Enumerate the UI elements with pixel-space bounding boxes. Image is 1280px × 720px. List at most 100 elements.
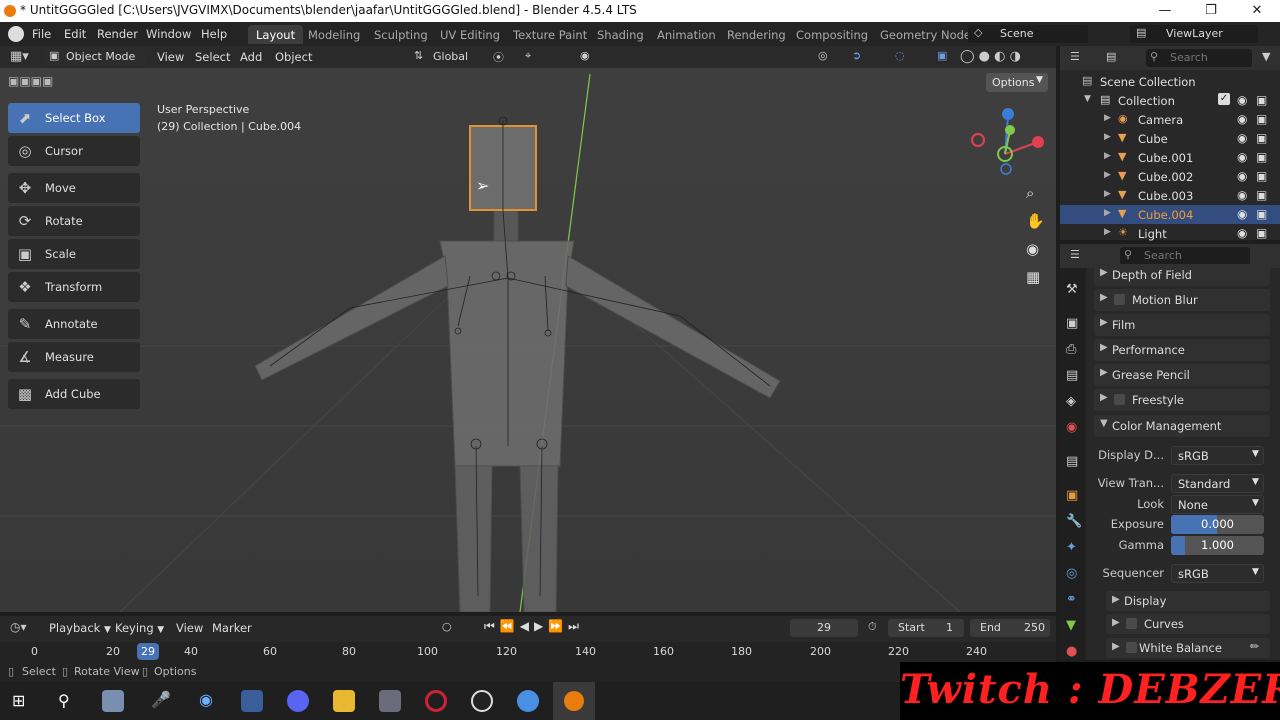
zoom-icon[interactable]: ⌕ [1026,184,1034,202]
view-layer-tab-icon[interactable]: ▤ [1066,368,1078,383]
camera-icon[interactable]: ▣ [1256,188,1267,202]
orientation-selector[interactable]: Global [433,50,468,63]
tool-tab-icon[interactable]: ⚒ [1066,282,1078,297]
data-tab-icon[interactable]: ▼ [1066,618,1076,633]
explorer-app-icon[interactable] [241,690,263,712]
eye-icon[interactable]: ◉ [1237,188,1247,202]
camera-icon[interactable]: ▣ [1256,93,1267,107]
menu-view[interactable]: View [157,50,184,64]
subsection-display[interactable]: ▶ Display [1106,591,1270,611]
broadcast-icon[interactable]: ◉ [195,690,217,712]
outliner-search[interactable]: ⚲ Search [1146,49,1252,67]
camera-icon[interactable]: ▣ [1256,131,1267,145]
motion-blur-checkbox[interactable] [1114,294,1125,305]
outliner-item-cube-001[interactable]: ▶ ▼ Cube.001 ◉ ▣ [1060,148,1280,167]
filter-icon[interactable]: ▼ [1262,50,1270,63]
chevron-down-icon[interactable]: ▼ [1084,94,1091,104]
modifier-tab-icon[interactable]: 🔧 [1066,514,1082,529]
gizmo-icon[interactable]: ➲ [852,49,861,62]
game-controller-icon[interactable] [379,690,401,712]
close-icon[interactable]: ✕ [1234,0,1280,22]
outliner-editor-icon[interactable]: ☰ [1070,50,1080,63]
menu-object[interactable]: Object [275,50,312,64]
chevron-right-icon[interactable]: ▶ [1104,189,1111,199]
tool-add-cube[interactable]: ▩ Add Cube [8,379,140,409]
keying-menu[interactable]: Keying ▼ [115,621,164,637]
stopwatch-icon[interactable]: ⏱ [868,620,877,634]
eye-icon[interactable]: ◉ [1237,207,1247,221]
section-grease-pencil[interactable]: ▶ Grease Pencil [1094,364,1270,386]
outliner-item-cube-002[interactable]: ▶ ▼ Cube.002 ◉ ▣ [1060,167,1280,186]
properties-search[interactable]: ⚲ Search [1120,247,1250,265]
playback-controls[interactable]: ⏮⏪◀▶⏩⏭ [484,619,584,634]
menu-select[interactable]: Select [195,50,230,64]
tool-rotate[interactable]: ⟳ Rotate [8,206,140,236]
maximize-icon[interactable]: ❐ [1188,0,1234,22]
start-frame-field[interactable]: Start 1 [888,619,964,637]
app-icon-1[interactable] [102,690,124,712]
section-depth-of-field[interactable]: ▶ Depth of Field [1094,264,1270,286]
particles-tab-icon[interactable]: ✦ [1066,540,1077,555]
view-layer-selector[interactable]: ▤ ViewLayer [1130,25,1258,43]
outliner-item-cube-004[interactable]: ▶ ▼ Cube.004 ◉ ▣ [1060,205,1280,224]
windows-start-icon[interactable]: ⊞ [12,692,30,710]
eye-icon[interactable]: ◉ [1237,131,1247,145]
timeline-editor-icon[interactable]: ◷▾ [10,620,27,634]
eye-icon[interactable]: ◉ [1237,93,1247,107]
camera-icon[interactable]: ▣ [1256,150,1267,164]
collection-row[interactable]: ▼ ▤ Collection ✓ ◉ ▣ [1060,91,1280,110]
tab-uv-editing[interactable]: UV Editing [432,25,508,44]
pan-hand-icon[interactable]: ✋ [1026,212,1045,230]
white-balance-checkbox[interactable] [1126,642,1137,653]
physics-tab-icon[interactable]: ◎ [1066,566,1077,581]
menu-file[interactable]: File [32,27,51,41]
blender-menu-icon[interactable] [8,26,24,42]
pivot-icon[interactable]: ⦿ [493,49,504,65]
outliner-item-cube[interactable]: ▶ ▼ Cube ◉ ▣ [1060,129,1280,148]
outliner-item-cube-003[interactable]: ▶ ▼ Cube.003 ◉ ▣ [1060,186,1280,205]
subsection-curves[interactable]: ▶ Curves [1106,614,1270,634]
exposure-slider[interactable]: 0.000 [1171,515,1264,534]
collection-checkbox[interactable]: ✓ [1218,93,1230,105]
freestyle-checkbox[interactable] [1114,394,1125,405]
camera-icon[interactable]: ▣ [1256,112,1267,126]
chevron-right-icon[interactable]: ▶ [1104,113,1111,123]
display-device-dropdown[interactable]: sRGB ▼ [1171,446,1264,465]
timeline-view-menu[interactable]: View [176,621,203,635]
mode-selector[interactable]: ▣ Object Mode [44,48,145,66]
curves-checkbox[interactable] [1126,618,1137,629]
scene-collection-row[interactable]: ▤ Scene Collection [1060,72,1280,91]
discord-icon[interactable] [287,690,309,712]
menu-render[interactable]: Render [97,27,138,41]
eyedropper-icon[interactable]: ✏ [1250,640,1259,653]
options-dropdown[interactable]: Options ▼ [986,73,1048,92]
record-icon[interactable]: ○ [442,620,452,633]
tab-texture-paint[interactable]: Texture Paint [505,25,595,44]
world-tab-icon[interactable]: ◉ [1066,420,1077,435]
microphone-icon[interactable]: 🎤 [150,690,172,712]
tab-compositing[interactable]: Compositing [788,25,876,44]
eye-icon[interactable]: ◉ [1237,226,1247,240]
current-frame-field[interactable]: 29 [790,619,858,637]
camera-icon[interactable]: ▣ [1256,226,1267,240]
tool-cursor[interactable]: ◎ Cursor [8,136,140,166]
search-icon[interactable]: ⚲ [58,691,70,710]
select-mode-icons[interactable]: ▣▣▣▣ [8,74,98,90]
tab-geometry-nodes[interactable]: Geometry Node [872,25,979,44]
chevron-right-icon[interactable]: ▶ [1104,227,1111,237]
xray-icon[interactable]: ▣ [937,49,947,62]
overlay-icon[interactable]: ◌ [895,49,905,62]
view-transform-dropdown[interactable]: Standard ▼ [1171,474,1264,493]
section-color-management[interactable]: ▼ Color Management [1094,415,1270,437]
snap-icon[interactable]: ⌖ [525,49,531,63]
tab-sculpting[interactable]: Sculpting [366,25,436,44]
chevron-right-icon[interactable]: ▶ [1104,132,1111,142]
tool-transform[interactable]: ❖ Transform [8,272,140,302]
look-dropdown[interactable]: None ▼ [1171,495,1264,514]
playhead[interactable]: 29 [137,643,159,660]
folder-icon[interactable] [333,690,355,712]
camera-icon[interactable]: ▣ [1256,207,1267,221]
eye-icon[interactable]: ◉ [1237,112,1247,126]
sequencer-dropdown[interactable]: sRGB ▼ [1171,564,1264,583]
object-tab-icon[interactable]: ▣ [1066,488,1078,503]
